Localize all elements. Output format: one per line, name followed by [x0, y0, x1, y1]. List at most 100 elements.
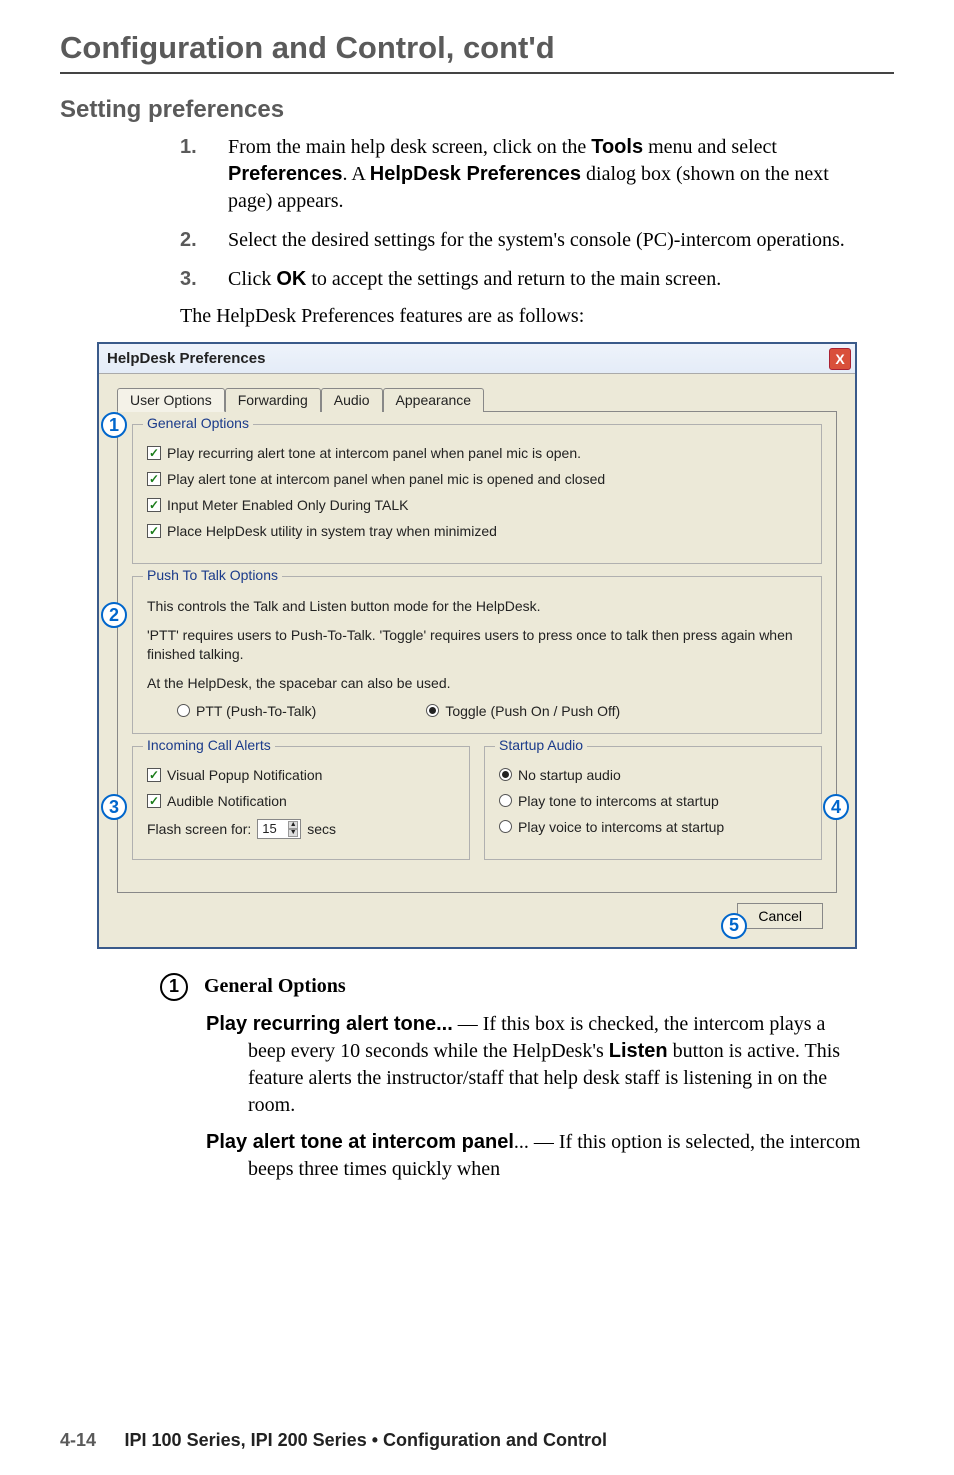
radio-icon[interactable]	[499, 794, 512, 807]
cancel-button[interactable]: Cancel	[737, 903, 823, 929]
spinner-down-icon[interactable]: ▼	[288, 829, 298, 837]
text: Click	[228, 268, 276, 290]
item-lead: Play alert tone at intercom panel	[206, 1131, 514, 1153]
checkbox-icon[interactable]: ✓	[147, 794, 161, 808]
radio-no-startup[interactable]: No startup audio	[499, 767, 807, 783]
bold: OK	[276, 268, 306, 290]
radio-label: Play tone to intercoms at startup	[518, 793, 719, 809]
check-recurring-alert[interactable]: ✓ Play recurring alert tone at intercom …	[147, 445, 807, 461]
checkbox-icon[interactable]: ✓	[147, 524, 161, 538]
incoming-alerts-group: Incoming Call Alerts ✓ Visual Popup Noti…	[132, 746, 470, 860]
radio-label: Toggle (Push On / Push Off)	[445, 703, 620, 719]
lead-in-text: The HelpDesk Preferences features are as…	[180, 305, 894, 328]
ptt-text3: At the HelpDesk, the spacebar can also b…	[147, 674, 807, 693]
text: menu and select	[643, 136, 777, 158]
groupbox-title: General Options	[143, 415, 253, 431]
checkbox-icon[interactable]: ✓	[147, 498, 161, 512]
item-bold: Listen	[609, 1040, 668, 1062]
groupbox-title: Push To Talk Options	[143, 567, 282, 583]
helpdesk-preferences-dialog: HelpDesk Preferences X User Options Forw…	[97, 342, 857, 949]
bottom-groups: Incoming Call Alerts ✓ Visual Popup Noti…	[132, 746, 822, 872]
legend-item-2: Play alert tone at intercom panel... — I…	[206, 1129, 864, 1183]
title-bar: HelpDesk Preferences X	[99, 344, 855, 374]
dialog-title: HelpDesk Preferences	[107, 350, 265, 367]
groupbox-title: Incoming Call Alerts	[143, 737, 275, 753]
startup-audio-group: Startup Audio No startup audio Play tone…	[484, 746, 822, 860]
ptt-text2: 'PTT' requires users to Push-To-Talk. 'T…	[147, 626, 807, 664]
flash-label: Flash screen for:	[147, 821, 251, 837]
spinner-up-icon[interactable]: ▲	[288, 821, 298, 829]
checkbox-label: Input Meter Enabled Only During TALK	[167, 497, 409, 513]
step-2: 2. Select the desired settings for the s…	[180, 227, 874, 254]
legend-number-circle: 1	[160, 973, 188, 1001]
checkbox-icon[interactable]: ✓	[147, 472, 161, 486]
radio-label: No startup audio	[518, 767, 621, 783]
footer-text: IPI 100 Series, IPI 200 Series • Configu…	[125, 1430, 607, 1450]
legend-title: General Options	[204, 975, 346, 998]
close-button[interactable]: X	[829, 348, 851, 370]
step-body: Click OK to accept the settings and retu…	[228, 266, 874, 293]
callout-1: 1	[101, 412, 127, 438]
radio-play-tone[interactable]: Play tone to intercoms at startup	[499, 793, 807, 809]
checkbox-label: Play alert tone at intercom panel when p…	[167, 471, 605, 487]
radio-label: PTT (Push-To-Talk)	[196, 703, 316, 719]
callout-4: 4	[823, 794, 849, 820]
checkbox-label: Audible Notification	[167, 793, 287, 809]
step-num: 2.	[180, 227, 228, 254]
radio-play-voice[interactable]: Play voice to intercoms at startup	[499, 819, 807, 835]
heading-rule	[60, 72, 894, 74]
check-audible[interactable]: ✓ Audible Notification	[147, 793, 455, 809]
item-lead: Play recurring alert tone...	[206, 1013, 453, 1035]
step-1: 1. From the main help desk screen, click…	[180, 134, 874, 215]
ptt-options-group: Push To Talk Options This controls the T…	[132, 576, 822, 734]
ptt-text1: This controls the Talk and Listen button…	[147, 597, 807, 616]
check-system-tray[interactable]: ✓ Place HelpDesk utility in system tray …	[147, 523, 807, 539]
checkbox-label: Place HelpDesk utility in system tray wh…	[167, 523, 497, 539]
text: . A	[343, 163, 370, 185]
text: to accept the settings and return to the…	[306, 268, 721, 290]
checkbox-label: Play recurring alert tone at intercom pa…	[167, 445, 581, 461]
legend-head: 1 General Options	[160, 973, 864, 1001]
tab-user-options[interactable]: User Options	[117, 388, 225, 412]
step-3: 3. Click OK to accept the settings and r…	[180, 266, 874, 293]
flash-screen-row: Flash screen for: 15 ▲ ▼ secs	[147, 819, 455, 839]
check-alert-open-closed[interactable]: ✓ Play alert tone at intercom panel when…	[147, 471, 807, 487]
checkbox-icon[interactable]: ✓	[147, 768, 161, 782]
ptt-radio-row: PTT (Push-To-Talk) Toggle (Push On / Pus…	[147, 703, 807, 719]
callout-5: 5	[721, 913, 747, 939]
bold: Preferences	[228, 163, 343, 185]
legend-item-1: Play recurring alert tone... — If this b…	[206, 1011, 864, 1119]
tab-appearance[interactable]: Appearance	[383, 388, 485, 412]
radio-icon[interactable]	[499, 768, 512, 781]
legend-section: 1 General Options Play recurring alert t…	[160, 973, 864, 1183]
radio-toggle[interactable]: Toggle (Push On / Push Off)	[426, 703, 620, 719]
bold: HelpDesk Preferences	[370, 163, 581, 185]
section-heading: Setting preferences	[60, 96, 894, 124]
flash-spinner[interactable]: 15 ▲ ▼	[257, 819, 301, 839]
radio-icon[interactable]	[499, 820, 512, 833]
steps-list: 1. From the main help desk screen, click…	[180, 134, 874, 293]
page-number: 4-14	[60, 1430, 96, 1450]
step-num: 3.	[180, 266, 228, 293]
spinner-value: 15	[262, 821, 276, 836]
step-body: From the main help desk screen, click on…	[228, 134, 874, 215]
dialog-body: User Options Forwarding Audio Appearance…	[99, 374, 855, 947]
tab-panel: General Options ✓ Play recurring alert t…	[117, 411, 837, 893]
check-input-meter[interactable]: ✓ Input Meter Enabled Only During TALK	[147, 497, 807, 513]
tab-audio[interactable]: Audio	[321, 388, 383, 412]
radio-icon[interactable]	[177, 704, 190, 717]
callout-3: 3	[101, 794, 127, 820]
step-num: 1.	[180, 134, 228, 215]
dialog-screenshot: 1 2 3 4 5 HelpDesk Preferences X User Op…	[97, 342, 857, 949]
radio-icon[interactable]	[426, 704, 439, 717]
tabs: User Options Forwarding Audio Appearance	[117, 388, 837, 412]
radio-label: Play voice to intercoms at startup	[518, 819, 724, 835]
groupbox-title: Startup Audio	[495, 737, 587, 753]
secs-label: secs	[307, 821, 336, 837]
tab-forwarding[interactable]: Forwarding	[225, 388, 321, 412]
check-visual-popup[interactable]: ✓ Visual Popup Notification	[147, 767, 455, 783]
radio-ptt[interactable]: PTT (Push-To-Talk)	[177, 703, 316, 719]
text: From the main help desk screen, click on…	[228, 136, 591, 158]
checkbox-icon[interactable]: ✓	[147, 446, 161, 460]
spinner-buttons[interactable]: ▲ ▼	[288, 821, 298, 837]
